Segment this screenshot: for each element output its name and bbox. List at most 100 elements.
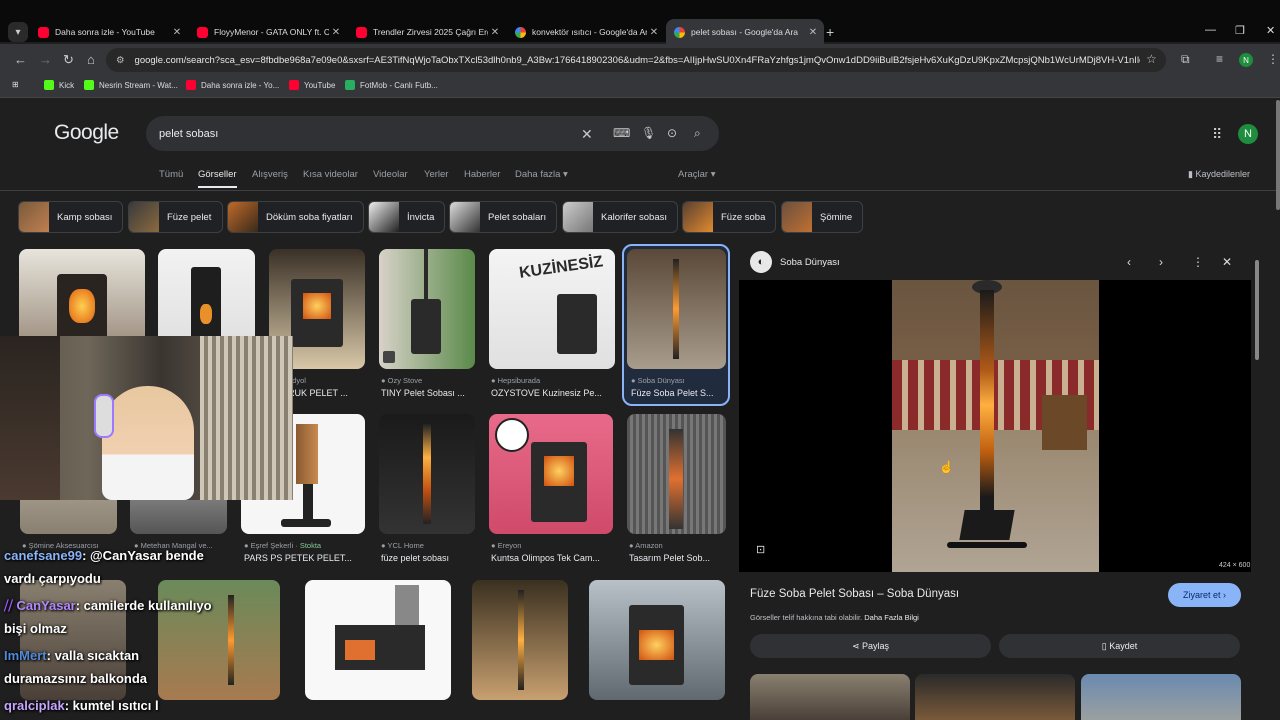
tab-youtube-watch-later[interactable]: Daha sonra izle - YouTube ✕: [30, 20, 188, 44]
more-options-icon[interactable]: ⋮: [1192, 255, 1204, 269]
result-image[interactable]: [489, 414, 613, 534]
microphone-icon[interactable]: 🎙: [641, 126, 656, 140]
chip-somine[interactable]: Şömine: [781, 201, 863, 233]
close-icon[interactable]: ✕: [329, 27, 343, 38]
result-title[interactable]: Tasarım Pelet Sob...: [629, 553, 726, 563]
related-image[interactable]: [1081, 674, 1241, 720]
related-image[interactable]: [915, 674, 1075, 720]
clear-icon[interactable]: ✕: [581, 126, 593, 143]
window-close-icon[interactable]: ✕: [1266, 24, 1275, 37]
chip-invicta[interactable]: İnvicta: [368, 201, 445, 233]
filter-places[interactable]: Yerler: [424, 169, 448, 180]
result-title[interactable]: OZYSTOVE Kuzinesiz Pe...: [491, 388, 615, 398]
bookmark-fotmob[interactable]: FotMob - Canlı Futb...: [345, 80, 438, 90]
site-info-icon[interactable]: ⚙: [116, 55, 125, 66]
reload-icon[interactable]: ↻: [63, 52, 74, 68]
google-logo[interactable]: Google: [54, 121, 119, 145]
filter-all[interactable]: Tümü: [159, 169, 183, 180]
account-avatar[interactable]: N: [1238, 124, 1258, 144]
result-image[interactable]: [627, 249, 726, 369]
chip-kalorifer[interactable]: Kalorifer sobası: [562, 201, 678, 233]
apps-icon[interactable]: ⊞: [12, 80, 19, 89]
result-image[interactable]: [305, 580, 451, 700]
bookmark-kick[interactable]: Kick: [44, 80, 74, 90]
bookmark-star-icon[interactable]: ☆: [1146, 52, 1157, 66]
close-icon[interactable]: ✕: [647, 27, 661, 38]
tab-konvektor[interactable]: konvektör ısıtıcı - Google'da Ar ✕: [507, 20, 665, 44]
close-icon[interactable]: ✕: [488, 27, 502, 38]
chip-fuze-soba[interactable]: Füze soba: [682, 201, 776, 233]
result-title[interactable]: PARS PS PETEK PELET...: [244, 553, 365, 563]
media-icon[interactable]: ≡: [1216, 52, 1223, 66]
filter-more[interactable]: Daha fazla ▾: [515, 169, 568, 180]
visit-button[interactable]: Ziyaret et ›: [1168, 583, 1241, 607]
result-title[interactable]: RUK PELET ...: [288, 388, 364, 398]
back-icon[interactable]: ←: [14, 52, 27, 67]
filter-videos[interactable]: Videolar: [373, 169, 408, 180]
result-source[interactable]: ● Amazon: [629, 541, 726, 550]
result-image[interactable]: [379, 249, 475, 369]
result-source[interactable]: ndyol: [288, 376, 364, 385]
home-icon[interactable]: ⌂: [87, 52, 95, 67]
menu-icon[interactable]: ⋮: [1267, 52, 1279, 66]
tab-search-button[interactable]: ▾: [8, 22, 28, 42]
previous-icon[interactable]: ‹: [1127, 255, 1131, 269]
chip-fuze-pelet[interactable]: Füze pelet: [128, 201, 223, 233]
profile-avatar[interactable]: N: [1239, 53, 1253, 67]
result-title[interactable]: TINY Pelet Sobası ...: [381, 388, 475, 398]
result-source[interactable]: ● Ereyon: [491, 541, 613, 550]
lens-search-icon[interactable]: ⊡: [756, 543, 765, 556]
google-apps-icon[interactable]: ⠿: [1212, 126, 1222, 143]
new-tab-button[interactable]: +: [826, 24, 834, 40]
result-image[interactable]: [379, 414, 475, 534]
result-title[interactable]: füze pelet sobası: [381, 553, 475, 563]
result-title[interactable]: Füze Soba Pelet S...: [631, 388, 725, 398]
keyboard-icon[interactable]: ⌨: [613, 126, 630, 140]
result-title[interactable]: Kuntsa Olimpos Tek Cam...: [491, 553, 613, 563]
result-image[interactable]: [472, 580, 568, 700]
panel-scrollbar[interactable]: [1255, 260, 1259, 360]
result-source[interactable]: ● YCL Home: [381, 541, 475, 550]
bookmark-nesrin[interactable]: Nesrin Stream - Wat...: [84, 80, 178, 90]
page-scrollbar[interactable]: [1276, 100, 1280, 210]
bookmark-watch-later[interactable]: Daha sonra izle - Yo...: [186, 80, 279, 90]
panel-site-name[interactable]: Soba Dünyası: [780, 257, 840, 268]
preview-image[interactable]: ☝: [892, 280, 1099, 572]
extensions-icon[interactable]: ⧉: [1181, 52, 1190, 67]
lens-icon[interactable]: ⊙: [667, 126, 677, 140]
site-logo[interactable]: ◐: [750, 251, 772, 273]
filter-news[interactable]: Haberler: [464, 169, 500, 180]
address-bar[interactable]: ⚙ google.com/search?sca_esv=8fbdbe968a7e…: [106, 48, 1166, 72]
result-image[interactable]: [627, 414, 726, 534]
tab-trendler[interactable]: Trendler Zirvesi 2025 Çağrı Erg ✕: [348, 20, 506, 44]
search-icon[interactable]: ⌕: [694, 126, 701, 141]
share-button[interactable]: ⋖ Paylaş: [750, 634, 991, 658]
tab-floyymenor[interactable]: FloyyMenor - GATA ONLY ft. Cr ✕: [189, 20, 347, 44]
result-source[interactable]: ● Ozy Stove: [381, 376, 475, 385]
result-source[interactable]: ● Soba Dünyası: [631, 376, 725, 385]
result-image[interactable]: KUZİNESİZ: [489, 249, 615, 369]
forward-icon[interactable]: →: [39, 52, 52, 67]
result-source[interactable]: ● Eşref Şekerli · Stokta: [244, 541, 365, 550]
filter-short-videos[interactable]: Kısa videolar: [303, 169, 358, 180]
tools-button[interactable]: Araçlar ▾: [678, 169, 716, 180]
panel-title[interactable]: Füze Soba Pelet Sobası – Soba Dünyası: [750, 588, 959, 600]
chip-pelet-sobalari[interactable]: Pelet sobaları: [449, 201, 557, 233]
filter-shopping[interactable]: Alışveriş: [252, 169, 288, 180]
filter-images[interactable]: Görseller: [198, 169, 237, 180]
related-image[interactable]: [750, 674, 910, 720]
learn-more-link[interactable]: Daha Fazla Bilgi: [864, 613, 919, 622]
result-image[interactable]: [589, 580, 725, 700]
saved-link[interactable]: ▮ Kaydedilenler: [1188, 169, 1250, 180]
close-icon[interactable]: ✕: [806, 27, 820, 38]
minimize-icon[interactable]: —: [1205, 24, 1216, 36]
search-input[interactable]: pelet sobası: [146, 116, 719, 151]
close-panel-icon[interactable]: ✕: [1222, 255, 1232, 269]
close-icon[interactable]: ✕: [170, 27, 184, 38]
chip-kamp-sobasi[interactable]: Kamp sobası: [18, 201, 123, 233]
next-icon[interactable]: ›: [1159, 255, 1163, 269]
save-button[interactable]: ▯ Kaydet: [999, 634, 1240, 658]
tab-pelet-sobasi[interactable]: pelet sobası - Google'da Ara ✕: [666, 19, 824, 45]
restore-icon[interactable]: ❐: [1235, 24, 1245, 37]
chip-dokum-soba[interactable]: Döküm soba fiyatları: [227, 201, 364, 233]
